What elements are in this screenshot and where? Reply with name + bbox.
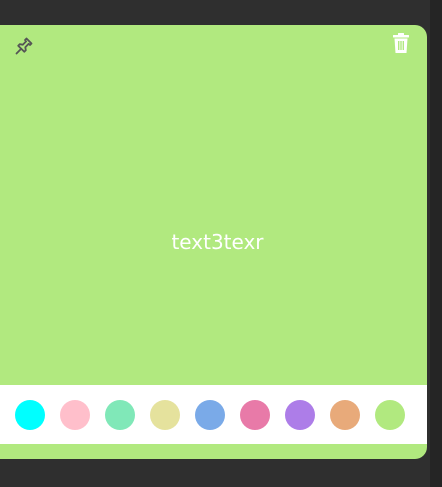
color-swatch-cyan[interactable] bbox=[15, 400, 45, 430]
color-swatch-green[interactable] bbox=[375, 400, 405, 430]
color-swatch-blue[interactable] bbox=[195, 400, 225, 430]
color-swatch-purple[interactable] bbox=[285, 400, 315, 430]
color-swatch-khaki[interactable] bbox=[150, 400, 180, 430]
pin-icon bbox=[12, 34, 36, 63]
trash-icon bbox=[391, 32, 411, 59]
color-palette bbox=[0, 385, 427, 444]
color-swatch-mint[interactable] bbox=[105, 400, 135, 430]
adjacent-panel-edge bbox=[430, 0, 442, 487]
note-card[interactable]: text3texr bbox=[0, 25, 427, 459]
color-swatch-peach[interactable] bbox=[330, 400, 360, 430]
delete-button[interactable] bbox=[388, 32, 414, 58]
color-swatch-pink[interactable] bbox=[60, 400, 90, 430]
pin-button[interactable] bbox=[11, 35, 37, 61]
color-swatch-rose[interactable] bbox=[240, 400, 270, 430]
note-text[interactable]: text3texr bbox=[0, 230, 427, 254]
